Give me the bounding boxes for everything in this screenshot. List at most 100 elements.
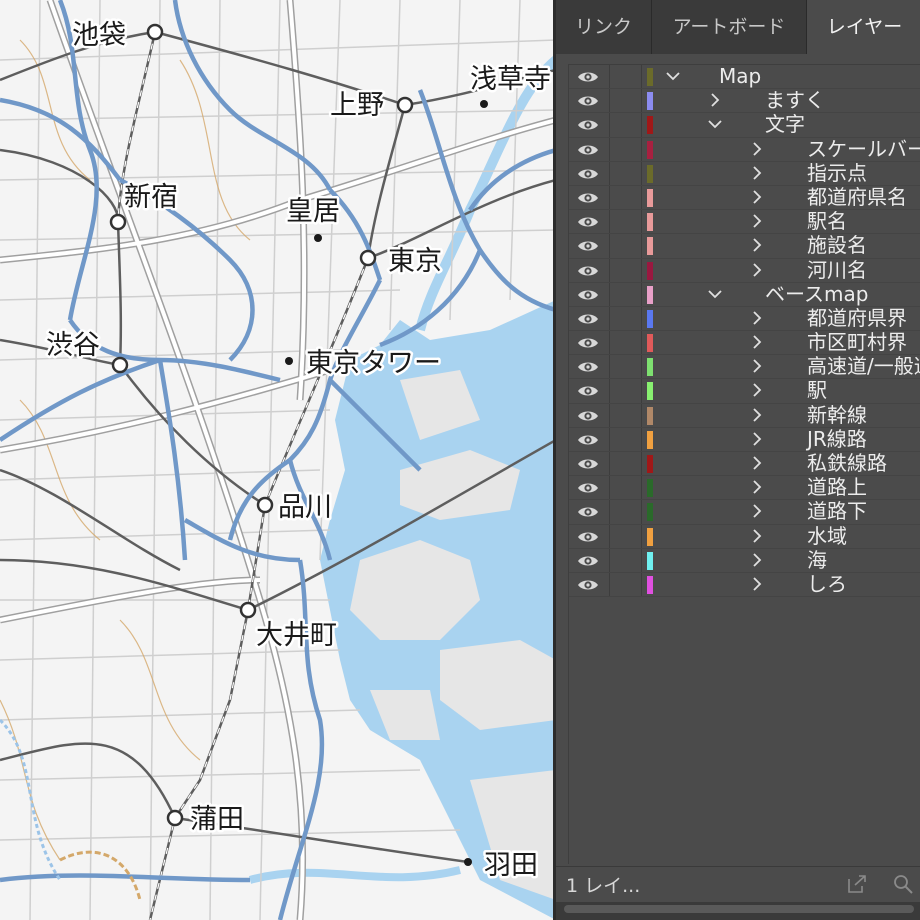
eye-icon[interactable]	[577, 408, 599, 424]
layer-name[interactable]: ますく	[765, 88, 825, 112]
layer-name[interactable]: スケールバー	[807, 137, 920, 161]
chevron-right-icon[interactable]	[749, 552, 765, 568]
layer-row[interactable]: スケールバー	[569, 137, 920, 162]
chevron-right-icon[interactable]	[749, 576, 765, 592]
chevron-right-icon[interactable]	[749, 165, 765, 181]
layer-row[interactable]: 海	[569, 548, 920, 573]
chevron-right-icon[interactable]	[749, 213, 765, 229]
layer-row[interactable]: 新幹線	[569, 403, 920, 428]
tab-layers[interactable]: レイヤー	[807, 0, 920, 54]
layer-name[interactable]: 高速道/一般道	[807, 354, 920, 378]
chevron-right-icon[interactable]	[749, 334, 765, 350]
layer-name[interactable]: しろ	[807, 572, 847, 596]
eye-icon[interactable]	[577, 529, 599, 545]
layer-row[interactable]: ますく	[569, 88, 920, 114]
layer-row[interactable]: しろ	[569, 572, 920, 598]
layer-row[interactable]: 水域	[569, 524, 920, 549]
chevron-down-icon[interactable]	[707, 286, 723, 302]
layer-name[interactable]: 海	[807, 548, 827, 572]
layer-row[interactable]: 文字	[569, 112, 920, 138]
chevron-right-icon[interactable]	[749, 431, 765, 447]
layer-name[interactable]: 都道府県名	[807, 185, 907, 209]
layer-name[interactable]: 文字	[765, 112, 805, 136]
eye-icon[interactable]	[577, 190, 599, 206]
eye-icon[interactable]	[577, 166, 599, 182]
layer-name[interactable]: 河川名	[807, 258, 867, 282]
chevron-right-icon[interactable]	[749, 237, 765, 253]
layer-name[interactable]: 新幹線	[807, 403, 867, 427]
chevron-down-icon[interactable]	[665, 68, 681, 84]
chevron-right-icon[interactable]	[749, 503, 765, 519]
tab-artboards[interactable]: アートボード	[652, 0, 807, 54]
chevron-right-icon[interactable]	[749, 141, 765, 157]
layer-name[interactable]: 市区町村界	[807, 330, 907, 354]
chevron-right-icon[interactable]	[749, 382, 765, 398]
layer-list[interactable]: Map ますく 文字 スケールバー 指示点 都道府県名 駅名 施設名 河川名 ベースmap 都道府県…	[568, 64, 920, 864]
eye-icon[interactable]	[577, 263, 599, 279]
layer-row[interactable]: 河川名	[569, 258, 920, 283]
layer-row[interactable]: ベースmap	[569, 282, 920, 307]
layer-name[interactable]: 駅	[807, 378, 827, 402]
eye-icon[interactable]	[577, 214, 599, 230]
horizontal-scrollbar[interactable]	[564, 905, 914, 913]
eye-icon[interactable]	[577, 553, 599, 569]
search-icon[interactable]	[892, 873, 914, 895]
layer-row[interactable]: 都道府県界	[569, 306, 920, 332]
layer-name[interactable]: ベースmap	[765, 282, 868, 306]
eye-icon[interactable]	[577, 577, 599, 593]
layer-row[interactable]: 市区町村界	[569, 330, 920, 356]
export-icon[interactable]	[846, 873, 868, 895]
chevron-right-icon[interactable]	[749, 262, 765, 278]
layer-name[interactable]: 指示点	[807, 161, 867, 185]
layer-row[interactable]: 都道府県名	[569, 185, 920, 211]
tab-links[interactable]: リンク	[556, 0, 652, 54]
layer-name[interactable]: JR線路	[807, 427, 867, 451]
layer-row[interactable]: Map	[569, 65, 920, 90]
layer-color-swatch	[647, 213, 653, 232]
eye-icon[interactable]	[577, 117, 599, 133]
eye-icon[interactable]	[577, 504, 599, 520]
chevron-right-icon[interactable]	[749, 407, 765, 423]
eye-icon[interactable]	[577, 287, 599, 303]
eye-icon[interactable]	[577, 69, 599, 85]
eye-icon[interactable]	[577, 432, 599, 448]
chevron-right-icon[interactable]	[749, 479, 765, 495]
chevron-right-icon[interactable]	[707, 92, 723, 108]
eye-icon[interactable]	[577, 93, 599, 109]
layer-row[interactable]: 道路下	[569, 499, 920, 525]
layer-name[interactable]: 施設名	[807, 233, 867, 257]
eye-icon[interactable]	[577, 456, 599, 472]
eye-icon[interactable]	[577, 311, 599, 327]
chevron-right-icon[interactable]	[749, 455, 765, 471]
layer-row[interactable]: 高速道/一般道	[569, 354, 920, 380]
chevron-right-icon[interactable]	[749, 528, 765, 544]
layer-row[interactable]: 指示点	[569, 161, 920, 186]
eye-icon[interactable]	[577, 359, 599, 375]
eye-icon[interactable]	[577, 480, 599, 496]
layer-name[interactable]: 駅名	[807, 209, 847, 233]
map-canvas[interactable]: 池袋 浅草寺 上野 新宿 皇居 東京 渋谷 東京タワー 品川 大井町 蒲田 羽田	[0, 0, 556, 920]
layer-row[interactable]: 施設名	[569, 233, 920, 259]
eye-icon[interactable]	[577, 335, 599, 351]
eye-icon[interactable]	[577, 383, 599, 399]
layer-row[interactable]: 駅	[569, 378, 920, 404]
layer-row[interactable]: 私鉄線路	[569, 451, 920, 477]
layer-row[interactable]: 道路上	[569, 475, 920, 501]
chevron-right-icon[interactable]	[749, 310, 765, 326]
chevron-right-icon[interactable]	[749, 189, 765, 205]
eye-icon[interactable]	[577, 238, 599, 254]
station-marker-kamata	[166, 809, 184, 827]
layer-name[interactable]: 水域	[807, 524, 847, 548]
layer-name[interactable]: 都道府県界	[807, 306, 907, 330]
eye-icon[interactable]	[577, 142, 599, 158]
chevron-right-icon[interactable]	[749, 358, 765, 374]
column-divider	[609, 331, 610, 355]
layer-name[interactable]: 道路上	[807, 475, 867, 499]
layer-name[interactable]: Map	[719, 65, 761, 88]
chevron-down-icon[interactable]	[707, 116, 723, 132]
layer-name[interactable]: 私鉄線路	[807, 451, 887, 475]
layer-name[interactable]: 道路下	[807, 499, 867, 523]
layer-row[interactable]: JR線路	[569, 427, 920, 452]
layer-row[interactable]: 駅名	[569, 209, 920, 235]
column-divider	[609, 355, 610, 379]
